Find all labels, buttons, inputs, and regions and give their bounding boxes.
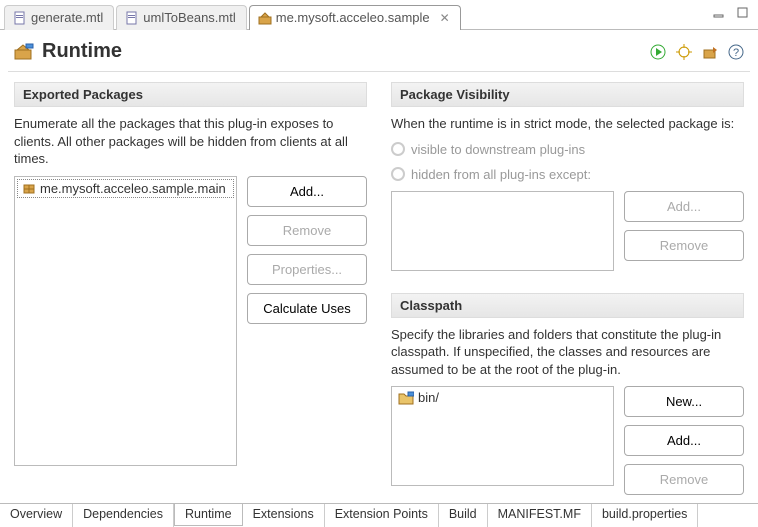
radio-visible: visible to downstream plug-ins bbox=[391, 141, 744, 158]
tab-build[interactable]: Build bbox=[439, 504, 488, 527]
tab-overview[interactable]: Overview bbox=[0, 504, 73, 527]
classpath-list[interactable]: bin/ bbox=[391, 386, 614, 486]
add-button: Add... bbox=[624, 191, 744, 222]
radio-icon bbox=[391, 142, 405, 156]
classpath-entry: bin/ bbox=[418, 390, 439, 405]
exported-packages-title: Exported Packages bbox=[14, 82, 367, 107]
tab-extension-points[interactable]: Extension Points bbox=[325, 504, 439, 527]
calculate-uses-button[interactable]: Calculate Uses bbox=[247, 293, 367, 324]
new-button[interactable]: New... bbox=[624, 386, 744, 417]
package-visibility-title: Package Visibility bbox=[391, 82, 744, 107]
add-button[interactable]: Add... bbox=[624, 425, 744, 456]
close-icon[interactable]: ✕ bbox=[440, 11, 450, 25]
folder-icon bbox=[398, 391, 414, 405]
remove-button: Remove bbox=[247, 215, 367, 246]
properties-button: Properties... bbox=[247, 254, 367, 285]
debug-icon[interactable] bbox=[676, 44, 692, 60]
editor-tab-manifest[interactable]: me.mysoft.acceleo.sample ✕ bbox=[249, 5, 461, 30]
page-title: Runtime bbox=[42, 40, 122, 63]
runtime-icon bbox=[14, 43, 34, 61]
editor-tab-umltobeans[interactable]: umlToBeans.mtl bbox=[116, 5, 246, 30]
radio-icon bbox=[391, 167, 405, 181]
tab-build-properties[interactable]: build.properties bbox=[592, 504, 698, 527]
visibility-exceptions-list bbox=[391, 191, 614, 271]
remove-button: Remove bbox=[624, 230, 744, 261]
svg-text:?: ? bbox=[733, 47, 739, 59]
tab-extensions[interactable]: Extensions bbox=[243, 504, 325, 527]
classpath-title: Classpath bbox=[391, 293, 744, 318]
remove-button: Remove bbox=[624, 464, 744, 495]
exported-packages-list[interactable]: me.mysoft.acceleo.sample.main bbox=[14, 176, 237, 466]
tab-manifest[interactable]: MANIFEST.MF bbox=[488, 504, 592, 527]
exported-packages-desc: Enumerate all the packages that this plu… bbox=[14, 115, 367, 168]
export-icon[interactable] bbox=[702, 44, 718, 60]
classpath-desc: Specify the libraries and folders that c… bbox=[391, 326, 744, 379]
tab-label: umlToBeans.mtl bbox=[143, 10, 235, 25]
add-button[interactable]: Add... bbox=[247, 176, 367, 207]
file-icon bbox=[125, 11, 139, 25]
run-icon[interactable] bbox=[650, 44, 666, 60]
minimize-icon[interactable] bbox=[712, 6, 726, 20]
tab-dependencies[interactable]: Dependencies bbox=[73, 504, 174, 527]
file-icon bbox=[13, 11, 27, 25]
tab-label: me.mysoft.acceleo.sample bbox=[276, 10, 430, 25]
list-item[interactable]: me.mysoft.acceleo.sample.main bbox=[17, 179, 234, 198]
list-item[interactable]: bin/ bbox=[394, 389, 611, 406]
help-icon[interactable]: ? bbox=[728, 44, 744, 60]
editor-tab-generate[interactable]: generate.mtl bbox=[4, 5, 114, 30]
maximize-icon[interactable] bbox=[736, 6, 750, 20]
plugin-icon bbox=[258, 11, 272, 25]
radio-label: visible to downstream plug-ins bbox=[411, 142, 585, 157]
package-visibility-desc: When the runtime is in strict mode, the … bbox=[391, 115, 744, 133]
editor-page-tabs: Overview Dependencies Runtime Extensions… bbox=[0, 503, 758, 527]
package-name: me.mysoft.acceleo.sample.main bbox=[40, 181, 226, 196]
tab-label: generate.mtl bbox=[31, 10, 103, 25]
tab-runtime[interactable]: Runtime bbox=[174, 503, 243, 526]
radio-hidden: hidden from all plug-ins except: bbox=[391, 166, 744, 183]
package-icon bbox=[22, 181, 36, 195]
form-header: Runtime ? bbox=[0, 30, 758, 71]
editor-tab-bar: generate.mtl umlToBeans.mtl me.mysoft.ac… bbox=[0, 0, 758, 30]
radio-label: hidden from all plug-ins except: bbox=[411, 167, 591, 182]
